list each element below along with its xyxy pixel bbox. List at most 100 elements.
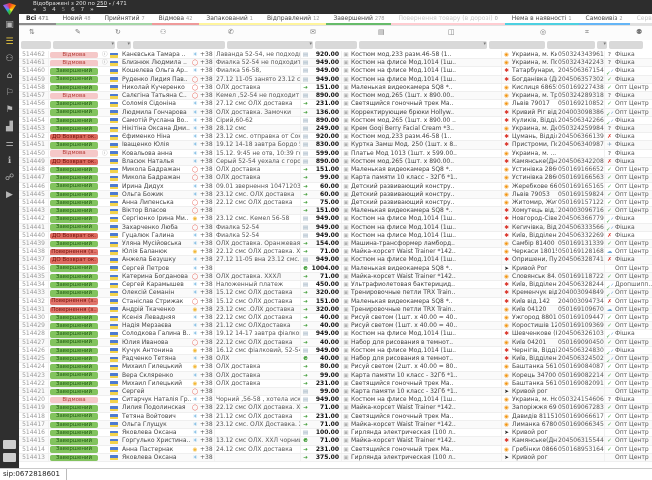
table-row[interactable]: 514452 ДО Возврат ок. ⓘ Єфименко Ніна ✳ … (19, 133, 652, 141)
table-row[interactable]: 514423 Завершений ⓘ Вера Скляренко ✳ +38… (19, 372, 652, 380)
location-icon[interactable]: ◎ (540, 28, 546, 36)
filter-price-input[interactable] (315, 41, 357, 49)
table-row[interactable]: 514422 Завершений ⓘ Михаил Гилецький ◉ +… (19, 380, 652, 388)
table-row[interactable]: 514445 Завершений ⓘ Ольга Божик ✳ +38 23… (19, 191, 652, 199)
table-row[interactable]: 514417 Завершений ⓘ Ольга Глущук ✳ +38 2… (19, 421, 652, 429)
table-row[interactable]: 514440 ДО Возврат ок. ⓘ Гуцалюк Галина ✳… (19, 232, 652, 240)
page-number-button[interactable]: 5 (62, 7, 66, 14)
table-row[interactable]: 514462 Відмова ⓘ Канєвська Тамара .. ✳ +… (19, 51, 652, 59)
edit-icon[interactable]: ✎ (75, 28, 81, 36)
table-row[interactable]: 514438 Повернення (з.. ⓘ Юлія Баланюк ◉ … (19, 248, 652, 256)
filter-city-input[interactable] (489, 41, 545, 49)
products-icon[interactable]: ◫ (448, 28, 455, 36)
client-icon[interactable]: ⚇ (160, 28, 166, 36)
filter-product-select[interactable] (359, 41, 487, 49)
manager-icon[interactable]: ⚉ (636, 28, 642, 36)
settings-icon[interactable]: ⚌ (5, 140, 13, 149)
table-row[interactable]: 514454 Завершений ⓘ Самотій Руслана Во..… (19, 117, 652, 125)
table-row[interactable]: 514430 Завершений ⓘ Ксенія Левадняя ✳ +3… (19, 314, 652, 322)
filter-source-input[interactable] (609, 41, 643, 49)
status-tab[interactable]: Запакований1 (199, 14, 260, 25)
table-row[interactable]: 514428 Завершений ⓘ Солодкова Галина В..… (19, 330, 652, 338)
filter-comment-input[interactable] (227, 41, 313, 49)
funnel-icon[interactable]: ⚑ (5, 106, 13, 115)
status-tab[interactable]: Відмова42 (152, 14, 200, 25)
partners-icon[interactable]: ☍ (5, 174, 14, 183)
filter-country-select[interactable] (117, 41, 131, 49)
table-row[interactable]: 514437 ДО Возврат ок. ⓘ Анжела Безушку ✳… (19, 256, 652, 264)
table-row[interactable]: 514418 Завершений ⓘ Тетяна Войтович ✳ +3… (19, 413, 652, 421)
last-page-button[interactable]: » (90, 7, 94, 14)
table-row[interactable]: 514446 Завершений ⓘ Ирина Дидух ✳ +38 09… (19, 183, 652, 191)
filter-client-input[interactable] (133, 41, 225, 49)
info-icon[interactable]: ⓘ (102, 52, 108, 58)
filter-mark-select[interactable] (597, 41, 607, 49)
status-tab[interactable]: Завершений278 (326, 14, 391, 25)
table-row[interactable]: 514447 Завершений ⓘ Микола Бадражан ◯ +3… (19, 174, 652, 182)
status-tab[interactable]: Нема в наявності1 (505, 14, 579, 25)
dashboard-icon[interactable]: ▣ (5, 21, 14, 30)
table-row[interactable]: 514435 Завершений ⓘ Катерина Богданова ◯… (19, 273, 652, 281)
table-row[interactable]: 514426 Завершений ⓘ Кучук Антонина ◉ +38… (19, 347, 652, 355)
table-row[interactable]: 514460 Завершений ⓘ Кошелєва Ольга Ар.. … (19, 67, 652, 75)
table-row[interactable]: 514432 Повернення (з.. ⓘ Станіслав Стриж… (19, 298, 652, 306)
table-row[interactable]: 514419 Завершений ⓘ Лилия Подолинская ◯ … (19, 404, 652, 412)
table-row[interactable]: 514439 Завершений ⓘ Уляна Мусійовська ✳ … (19, 240, 652, 248)
sort-icon[interactable]: ⇅ (29, 28, 35, 36)
payment-icon[interactable]: ▤ (378, 28, 385, 36)
first-page-button[interactable]: « (33, 7, 37, 14)
app-logo-icon[interactable] (3, 3, 16, 15)
table-row[interactable]: 514427 Завершений ⓘ Юлия Иванова ◯ +38 2… (19, 339, 652, 347)
page-number-button[interactable]: 7 (81, 7, 85, 14)
shown-to[interactable]: 250 (97, 1, 108, 7)
table-row[interactable]: 514453 Завершений ⓘ Нікітіна Оксана Дми.… (19, 125, 652, 133)
purchases-icon[interactable]: ⚐ (5, 89, 13, 98)
sidebar-chat-icon[interactable] (3, 453, 16, 462)
comment-icon[interactable]: ✉ (310, 28, 316, 36)
filter-id-input[interactable] (21, 41, 51, 49)
page-size-caret-icon[interactable]: ▾ (109, 1, 111, 6)
page-number-button[interactable]: 6 (71, 7, 75, 14)
info-icon[interactable]: ℹ (8, 157, 11, 166)
info-icon[interactable]: ⓘ (102, 151, 108, 157)
table-row[interactable]: 514421 Завершений ⓘ Сергей ◯ +38 ▤ 99.00… (19, 388, 652, 396)
page-number-button[interactable]: 4 (52, 7, 56, 14)
status-tab[interactable]: Повернення товару (в дорозі)0 (391, 14, 504, 25)
refresh-icon[interactable]: ↻ (115, 28, 121, 36)
stats-icon[interactable]: ▟ (6, 123, 13, 132)
table-row[interactable]: 514459 Завершений ⓘ Руденко Лидия Пав.. … (19, 76, 652, 84)
table-row[interactable]: 514448 Завершений ⓘ Микола Бадражан ◯ +3… (19, 166, 652, 174)
table-row[interactable]: 514442 Завершений ⓘ Сергіюнко Ірина Ми..… (19, 215, 652, 223)
table-row[interactable]: 514429 Завершений ⓘ Надія Мерзаєва ✳ +38… (19, 322, 652, 330)
status-tab[interactable]: Самовивіз2 (579, 14, 630, 25)
table-row[interactable]: 514458 Завершений ⓘ Николай Кучеренко ◯ … (19, 84, 652, 92)
table-row[interactable]: 514456 Завершений ⓘ Соломія Сідоніна ✳ +… (19, 100, 652, 108)
table-row[interactable]: 514451 Завершений ⓘ Іващенко Юлія ✳ +38 … (19, 141, 652, 149)
table-row[interactable]: 514416 Завершений ⓘ Яковлева Оксана ✳ +3… (19, 429, 652, 437)
status-tab[interactable]: Всі471 (19, 14, 56, 25)
table-row[interactable]: 514461 Відмова ⓘ Близнюк Людмила .. ◯ +3… (19, 59, 652, 67)
page-number-button[interactable]: 3 (43, 7, 47, 14)
table-row[interactable]: 514431 Повернення (з.. ⓘ Андрій Ткаченко… (19, 306, 652, 314)
table-row[interactable]: 514433 Завершений ⓘ Олексій Семанін ✳ +3… (19, 289, 652, 297)
table-row[interactable]: 514457 Відмова ⓘ Салєгіна Татьяна С.. ◯ … (19, 92, 652, 100)
sidebar-widget-icon[interactable] (3, 440, 16, 449)
warehouse-icon[interactable]: ⌂ (7, 72, 13, 81)
table-row[interactable]: 514420 Відмова ⓘ Ситарчук Наталія Гр.. ✳… (19, 396, 652, 404)
phone-icon[interactable]: ✆ (228, 28, 234, 36)
table-row[interactable]: 514449 ДО Возврат ок. ⓘ Власюк Наталья ✳… (19, 158, 652, 166)
status-tab[interactable]: Сервіси0 (630, 14, 652, 25)
table-row[interactable]: 514450 Відмова ⓘ Ковальова анна ✳ +38 15… (19, 150, 652, 158)
table-row[interactable]: 514414 Завершений ⓘ Анна Пастернак ◉ +38… (19, 446, 652, 454)
tracking-icon[interactable]: ⌗ (585, 28, 589, 37)
table-row[interactable]: 514415 Завершений ⓘ Горгулько Христина..… (19, 437, 652, 445)
table-row[interactable]: 514444 Завершений ⓘ Анна Липенська ◯ +38… (19, 199, 652, 207)
orders-icon[interactable]: ☰ (5, 38, 13, 47)
video-icon[interactable]: ▶ (6, 191, 13, 200)
table-row[interactable]: 514443 Завершений ⓘ Віктор Власов ◯ +38 … (19, 207, 652, 215)
filter-status-select[interactable] (53, 41, 115, 49)
clients-icon[interactable]: ⚇ (5, 55, 13, 64)
table-row[interactable]: 514441 Завершений ⓘ Захарченко Люба ◯ +3… (19, 224, 652, 232)
status-tab[interactable]: Відправлений12 (260, 14, 327, 25)
table-row[interactable]: 514434 Завершений ⓘ Сергей Карамышев ✳ +… (19, 281, 652, 289)
